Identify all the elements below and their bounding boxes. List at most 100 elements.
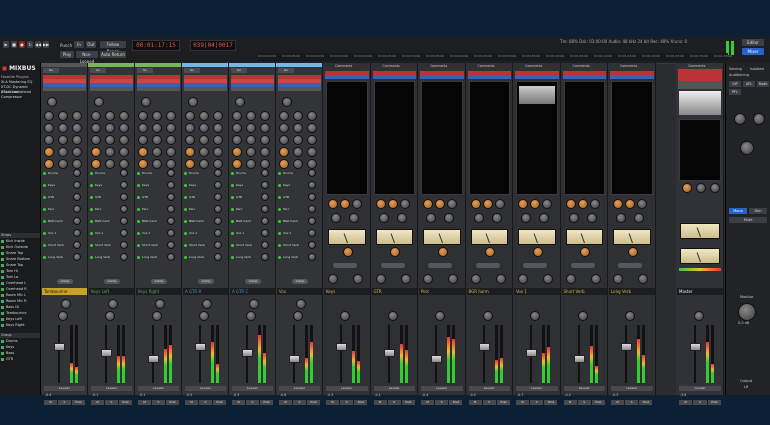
send-row[interactable]: Short Verb xyxy=(231,243,252,248)
track-name[interactable]: Tambourine xyxy=(42,288,87,295)
bus-knob[interactable] xyxy=(634,213,644,223)
eq-knob[interactable] xyxy=(91,135,101,145)
bus-knob[interactable] xyxy=(485,247,496,257)
bus-send-knob[interactable] xyxy=(375,274,386,284)
dim-button[interactable]: Dim xyxy=(749,208,767,214)
afl-button[interactable]: AFL xyxy=(743,81,755,87)
checkbox-icon[interactable] xyxy=(1,269,4,273)
send-row[interactable]: Short Verb xyxy=(184,243,205,248)
send-knob[interactable] xyxy=(120,169,128,177)
send-knob[interactable] xyxy=(73,241,81,249)
bus-send-knob[interactable] xyxy=(328,274,338,284)
plugin-slot[interactable] xyxy=(43,75,86,79)
send-row[interactable]: Perc xyxy=(43,207,54,212)
send-row[interactable]: BGR harm xyxy=(184,219,204,224)
pan-knob[interactable] xyxy=(248,299,259,309)
plugin-slot[interactable] xyxy=(137,75,180,79)
send-row[interactable]: Drums xyxy=(43,171,58,176)
send-knob[interactable] xyxy=(214,169,222,177)
plugin-slot[interactable] xyxy=(231,87,274,91)
send-knob[interactable] xyxy=(73,205,81,213)
bus-name[interactable]: Short Verb xyxy=(561,288,607,295)
bus-name[interactable]: Keys xyxy=(324,288,370,295)
leveler-button[interactable]: Leveler xyxy=(91,386,132,391)
send-knob[interactable] xyxy=(214,253,222,261)
bus-knob[interactable] xyxy=(627,247,638,257)
bus-knob[interactable] xyxy=(342,247,353,257)
timeline-ruler[interactable]: 00:00:00:00 00:00:05:00 00:00:10:00 00:00:1… xyxy=(258,53,732,61)
trim-knob[interactable] xyxy=(246,311,256,321)
mute-button[interactable]: M xyxy=(91,400,104,405)
eq-knob[interactable] xyxy=(199,147,209,157)
eq-knob[interactable] xyxy=(44,111,54,121)
send-led-icon[interactable] xyxy=(278,183,281,187)
eq-knob[interactable] xyxy=(199,123,209,133)
bus-name[interactable]: Vox 1 xyxy=(514,288,560,295)
solo-button[interactable]: S xyxy=(530,400,544,405)
send-row[interactable]: Keys xyxy=(184,183,196,188)
eq-knob[interactable] xyxy=(260,135,270,145)
secondary-clock[interactable]: 039|04|0017 xyxy=(190,40,236,51)
pan-knob[interactable] xyxy=(107,299,118,309)
track-name[interactable]: Keys Left xyxy=(89,288,134,295)
bus-comp-knob[interactable] xyxy=(518,199,528,209)
play-icon[interactable]: ▶ xyxy=(3,41,9,48)
eq-knob[interactable] xyxy=(105,111,115,121)
send-knob[interactable] xyxy=(308,169,316,177)
bus-name[interactable]: BGR harm xyxy=(466,288,512,295)
plugin-slot[interactable] xyxy=(678,69,722,73)
strip-list-item[interactable]: Keys Right xyxy=(1,323,38,328)
eq-knob[interactable] xyxy=(307,147,317,157)
plugin-slot[interactable] xyxy=(278,79,321,83)
checkbox-icon[interactable] xyxy=(1,281,4,285)
eq-knob[interactable] xyxy=(119,135,129,145)
eq-knob[interactable] xyxy=(91,159,101,169)
mute-button[interactable]: M xyxy=(563,400,577,405)
eq-knob[interactable] xyxy=(44,123,54,133)
eq-knob[interactable] xyxy=(293,159,303,169)
checkbox-icon[interactable] xyxy=(1,317,4,321)
trim-knob[interactable] xyxy=(577,311,588,321)
input-button[interactable]: Iso xyxy=(43,68,59,73)
eq-knob[interactable] xyxy=(72,135,82,145)
mute-button[interactable]: M xyxy=(373,400,387,405)
fader-handle[interactable] xyxy=(690,343,701,351)
send-row[interactable]: Keys xyxy=(231,183,243,188)
eq-knob[interactable] xyxy=(105,159,115,169)
send-row[interactable]: BGR harm xyxy=(137,219,157,224)
send-knob[interactable] xyxy=(167,193,175,201)
eq-knob[interactable] xyxy=(246,147,256,157)
checkbox-icon[interactable] xyxy=(1,287,4,291)
plugin-slot[interactable] xyxy=(184,83,227,87)
bus-comp-knob[interactable] xyxy=(340,199,350,209)
send-row[interactable]: Perc xyxy=(137,207,148,212)
send-knob[interactable] xyxy=(120,181,128,189)
send-knob[interactable] xyxy=(261,229,269,237)
bus-send-knob[interactable] xyxy=(470,274,481,284)
split-button[interactable] xyxy=(428,263,452,268)
punch-in-button[interactable]: In xyxy=(74,41,84,48)
eq-knob[interactable] xyxy=(166,159,176,169)
send-led-icon[interactable] xyxy=(278,195,281,199)
bus-knob[interactable] xyxy=(586,213,597,223)
send-row[interactable]: BGR harm xyxy=(231,219,251,224)
send-knob[interactable] xyxy=(261,241,269,249)
eq-knob[interactable] xyxy=(185,159,195,169)
send-knob[interactable] xyxy=(73,181,81,189)
pan-knob[interactable] xyxy=(154,299,165,309)
eq-knob[interactable] xyxy=(246,135,256,145)
send-knob[interactable] xyxy=(120,253,128,261)
bus-comp-knob[interactable] xyxy=(399,199,410,209)
send-led-icon[interactable] xyxy=(90,219,93,223)
send-led-icon[interactable] xyxy=(90,195,93,199)
input-trim-knob[interactable] xyxy=(282,97,292,107)
send-row[interactable]: Keys xyxy=(137,183,149,188)
loop-icon[interactable]: ↻ xyxy=(27,41,33,48)
bus-knob[interactable] xyxy=(532,247,543,257)
eq-knob[interactable] xyxy=(279,135,289,145)
send-knob[interactable] xyxy=(120,217,128,225)
plugin-slot[interactable] xyxy=(467,71,511,75)
track-name[interactable]: A GTR C xyxy=(230,288,275,295)
pan-knob[interactable] xyxy=(60,299,71,309)
trim-knob[interactable] xyxy=(340,311,350,321)
